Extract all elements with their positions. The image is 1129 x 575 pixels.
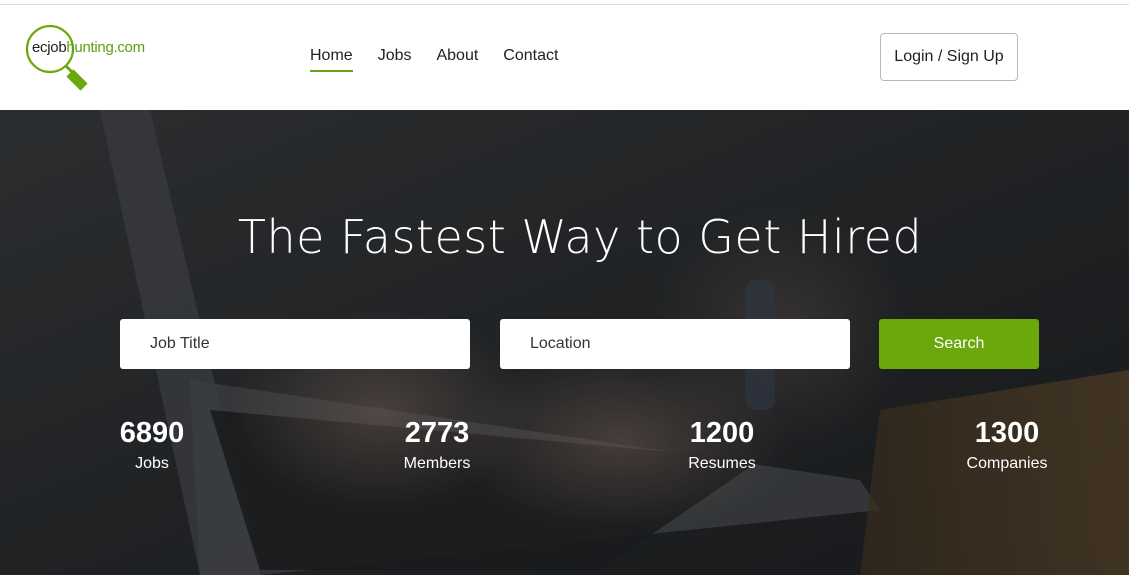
stat-jobs-label: Jobs — [135, 455, 169, 472]
stat-companies-label: Companies — [966, 455, 1048, 472]
nav-item-about[interactable]: About — [436, 47, 478, 72]
site-logo[interactable]: ecjobhunting.com — [24, 25, 174, 95]
main-nav: Home Jobs About Contact — [310, 47, 583, 72]
stat-companies-value: 1300 — [974, 417, 1040, 449]
stat-members: 2773 Members — [347, 415, 527, 473]
nav-item-jobs[interactable]: Jobs — [378, 47, 412, 72]
site-header: ecjobhunting.com Home Jobs About Contact… — [0, 5, 1129, 110]
magnifier-logo-icon — [25, 25, 88, 91]
stat-members-label: Members — [403, 455, 471, 472]
stat-resumes: 1200 Resumes — [632, 415, 812, 473]
location-input[interactable]: Location — [500, 319, 850, 369]
stat-jobs-value: 6890 — [119, 417, 185, 449]
search-button[interactable]: Search — [879, 319, 1039, 369]
page: ecjobhunting.com Home Jobs About Contact… — [0, 0, 1129, 575]
stat-resumes-value: 1200 — [689, 417, 755, 449]
logo-text: ecjobhunting.com — [32, 39, 145, 56]
stat-companies: 1300 Companies — [917, 415, 1097, 473]
hero-section: The Fastest Way to Get Hired Job Title L… — [0, 110, 1129, 575]
nav-item-home[interactable]: Home — [310, 47, 353, 72]
job-title-input[interactable]: Job Title — [120, 319, 470, 369]
stat-jobs: 6890 Jobs — [62, 415, 242, 473]
stat-members-value: 2773 — [404, 417, 470, 449]
hero-title: The Fastest Way to Get Hired — [237, 210, 923, 264]
login-signup-button[interactable]: Login / Sign Up — [880, 33, 1018, 81]
nav-item-contact[interactable]: Contact — [503, 47, 558, 72]
logo-text-ecjob: ecjob — [32, 39, 67, 56]
logo-text-hunting: hunting.com — [66, 39, 145, 56]
stat-resumes-label: Resumes — [688, 455, 756, 472]
